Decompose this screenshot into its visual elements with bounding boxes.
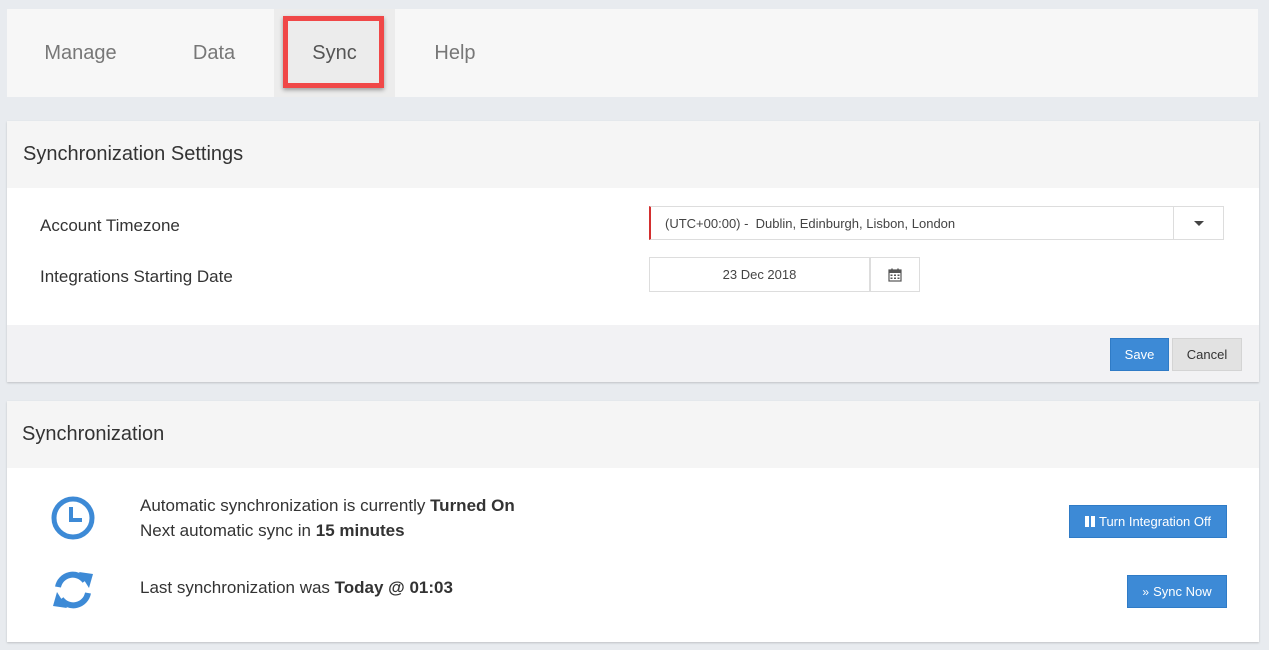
tab-manage-label: Manage (44, 41, 117, 64)
turn-off-label: Turn Integration Off (1098, 514, 1211, 529)
save-button[interactable]: Save (1110, 338, 1169, 371)
turn-integration-off-button[interactable]: Turn Integration Off (1069, 505, 1227, 538)
last-sync-value: Today @ 01:03 (334, 578, 453, 597)
auto-sync-prefix: Automatic synchronization is currently (140, 496, 431, 515)
tab-sync[interactable]: Sync (274, 9, 395, 97)
tab-bar: Manage Data Sync Help (7, 9, 1258, 97)
tab-data[interactable]: Data (154, 9, 274, 97)
refresh-icon (51, 568, 95, 612)
next-sync-line: Next automatic sync in 15 minutes (140, 518, 515, 543)
tab-help[interactable]: Help (395, 9, 515, 97)
timezone-dropdown-button[interactable] (1173, 207, 1223, 239)
double-chevron-right-icon: » (1142, 584, 1150, 599)
last-sync-line: Last synchronization was Today @ 01:03 (140, 575, 453, 600)
sync-settings-title: Synchronization Settings (7, 121, 1259, 188)
sync-now-label: Sync Now (1153, 584, 1212, 599)
next-sync-prefix: Next automatic sync in (140, 521, 316, 540)
chevron-down-icon (1193, 220, 1204, 226)
calendar-button[interactable] (870, 257, 920, 292)
auto-sync-state: Turned On (430, 496, 515, 515)
auto-sync-status: Automatic synchronization is currently T… (140, 493, 515, 543)
tab-help-label: Help (434, 41, 476, 64)
sync-now-button[interactable]: » Sync Now (1127, 575, 1227, 608)
sync-settings-panel: Synchronization Settings Account Timezon… (7, 121, 1259, 382)
timezone-label: Account Timezone (40, 216, 180, 235)
start-date-label: Integrations Starting Date (40, 267, 233, 286)
tab-data-label: Data (192, 41, 236, 64)
last-sync-prefix: Last synchronization was (140, 578, 335, 597)
timezone-value: (UTC+00:00) - Dublin, Edinburgh, Lisbon,… (665, 215, 956, 231)
pause-icon (1084, 516, 1095, 527)
cancel-button[interactable]: Cancel (1172, 338, 1242, 371)
timezone-select[interactable]: (UTC+00:00) - Dublin, Edinburgh, Lisbon,… (649, 206, 1224, 240)
calendar-icon (888, 268, 902, 282)
sync-panel: Synchronization Automatic synchronizatio… (7, 401, 1259, 642)
clock-icon (51, 496, 95, 540)
next-sync-value: 15 minutes (315, 521, 405, 540)
auto-sync-line: Automatic synchronization is currently T… (140, 493, 515, 518)
tab-sync-label: Sync (312, 41, 357, 64)
tab-manage[interactable]: Manage (7, 9, 154, 97)
start-date-input[interactable]: 23 Dec 2018 (649, 257, 870, 292)
sync-title: Synchronization (7, 401, 1259, 468)
settings-footer: Save Cancel (7, 325, 1259, 382)
